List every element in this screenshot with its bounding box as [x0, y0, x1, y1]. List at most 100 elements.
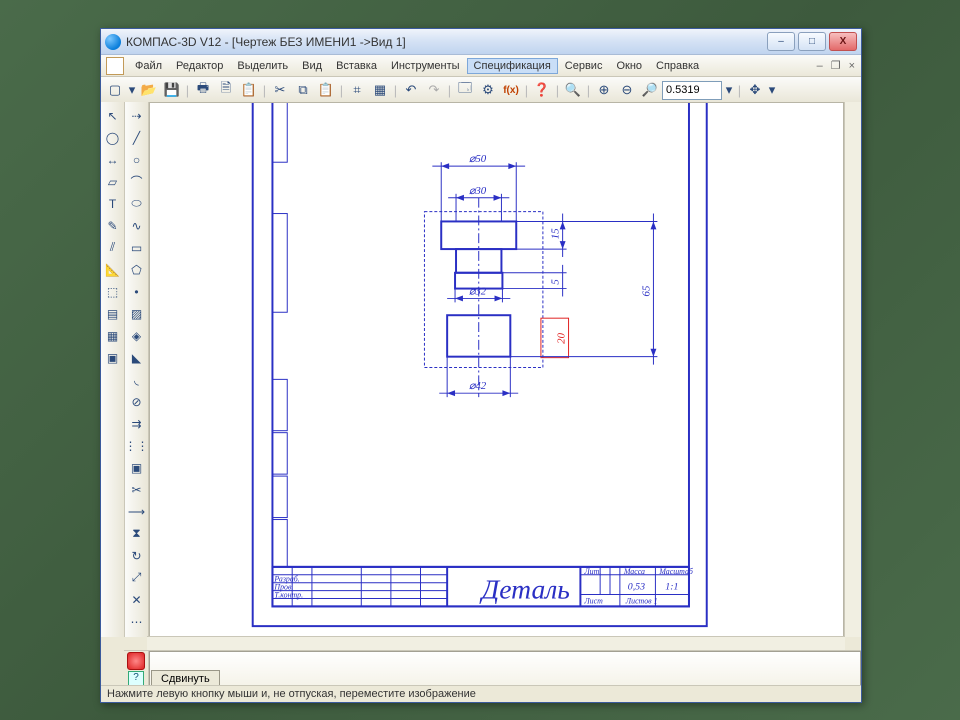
- property-panel: ?: [124, 650, 861, 688]
- line-icon[interactable]: ╱: [126, 127, 147, 148]
- help-cursor-icon[interactable]: ❓: [531, 79, 553, 101]
- vertical-scrollbar[interactable]: [844, 102, 861, 637]
- titlebar[interactable]: КОМПАС-3D V12 - [Чертеж БЕЗ ИМЕНИ1 ->Вид…: [101, 29, 861, 55]
- mdi-close-button[interactable]: ×: [846, 60, 858, 72]
- menu-view[interactable]: Вид: [295, 58, 329, 74]
- extend-icon[interactable]: ⟶: [126, 501, 147, 522]
- open-icon[interactable]: 📂: [138, 79, 160, 101]
- cut-icon[interactable]: ✂: [269, 79, 291, 101]
- minimize-button[interactable]: –: [767, 32, 795, 51]
- menu-tools[interactable]: Инструменты: [384, 58, 467, 74]
- contour-icon[interactable]: ◈: [126, 325, 147, 346]
- group-icon[interactable]: ▣: [126, 457, 147, 478]
- format-icon[interactable]: ⌗: [346, 79, 368, 101]
- scale-icon[interactable]: ⤢: [126, 567, 147, 588]
- edit-icon[interactable]: ✎: [102, 215, 123, 236]
- zoom-out-icon[interactable]: ⊖: [616, 79, 638, 101]
- zoom-window-icon[interactable]: 🔎: [639, 79, 661, 101]
- menu-select[interactable]: Выделить: [230, 58, 295, 74]
- dimension-icon[interactable]: ↔: [102, 149, 123, 170]
- copy-icon[interactable]: ⧉: [292, 79, 314, 101]
- variables-icon[interactable]: ⚙: [477, 79, 499, 101]
- zoom-frame-icon[interactable]: 🔍: [562, 79, 584, 101]
- polygon-icon[interactable]: ⬠: [126, 259, 147, 280]
- symbol-icon[interactable]: ▱: [102, 171, 123, 192]
- array-icon[interactable]: ⋮⋮: [126, 435, 147, 456]
- arc-icon[interactable]: ⌒: [126, 171, 147, 192]
- cursor-icon[interactable]: ↖: [102, 105, 123, 126]
- redo-icon[interactable]: ↷: [423, 79, 445, 101]
- print-icon[interactable]: 🖶: [192, 79, 214, 101]
- del-icon[interactable]: ✕: [126, 589, 147, 610]
- svg-text:Листов 1: Листов 1: [625, 596, 658, 605]
- props-icon[interactable]: 📋: [238, 79, 260, 101]
- circle-icon[interactable]: ○: [126, 149, 147, 170]
- left-toolbar-2: ⇢ ╱ ○ ⌒ ⬭ ∿ ▭ ⬠ • ▨ ◈ ◣ ◟ ⊘ ⇉ ⋮⋮ ▣ ✂ ⟶ ⧗…: [125, 102, 149, 637]
- mdi-minimize-button[interactable]: –: [814, 60, 826, 72]
- zoom-input[interactable]: 0.5319: [662, 81, 722, 100]
- new-icon[interactable]: ▢: [104, 79, 126, 101]
- menu-specification[interactable]: Спецификация: [467, 58, 558, 74]
- refresh-dropdown-icon[interactable]: ▾: [767, 79, 777, 101]
- svg-text:⌀42: ⌀42: [469, 380, 487, 392]
- menu-service[interactable]: Сервис: [558, 58, 610, 74]
- separator: |: [554, 79, 561, 101]
- geometry-icon[interactable]: ◯: [102, 127, 123, 148]
- paste-icon[interactable]: 📋: [315, 79, 337, 101]
- measure-icon[interactable]: 📐: [102, 259, 123, 280]
- app-window: КОМПАС-3D V12 - [Чертеж БЕЗ ИМЕНИ1 ->Вид…: [100, 28, 862, 703]
- rotate-icon[interactable]: ↻: [126, 545, 147, 566]
- table-icon[interactable]: ▦: [369, 79, 391, 101]
- svg-text:Масса: Масса: [623, 567, 645, 576]
- svg-text:20: 20: [556, 332, 568, 343]
- window-title: КОМПАС-3D V12 - [Чертеж БЕЗ ИМЕНИ1 ->Вид…: [126, 35, 767, 49]
- spec-icon[interactable]: ▤: [102, 303, 123, 324]
- separator: |: [523, 79, 530, 101]
- undo-icon[interactable]: ↶: [400, 79, 422, 101]
- menu-window[interactable]: Окно: [609, 58, 649, 74]
- param-icon[interactable]: ⫽: [102, 237, 123, 258]
- document-icon: [106, 57, 124, 75]
- rect-icon[interactable]: ▭: [126, 237, 147, 258]
- separator: |: [736, 79, 743, 101]
- report-icon[interactable]: ▦: [102, 325, 123, 346]
- mirror-icon[interactable]: ⧗: [126, 523, 147, 544]
- point-icon[interactable]: •: [126, 281, 147, 302]
- stop-icon[interactable]: [127, 652, 145, 670]
- zoom-dropdown-icon[interactable]: ▾: [723, 79, 735, 101]
- menu-help[interactable]: Справка: [649, 58, 706, 74]
- zoom-in-icon[interactable]: ⊕: [593, 79, 615, 101]
- select-icon[interactable]: ⬚: [102, 281, 123, 302]
- offset-icon[interactable]: ⇉: [126, 413, 147, 434]
- text-icon[interactable]: T: [102, 193, 123, 214]
- separator: |: [392, 79, 399, 101]
- maximize-button[interactable]: □: [798, 32, 826, 51]
- hatch-icon[interactable]: ▨: [126, 303, 147, 324]
- more-icon[interactable]: ⋯: [126, 611, 147, 632]
- separator: |: [338, 79, 345, 101]
- fillet-icon[interactable]: ◟: [126, 369, 147, 390]
- status-text: Нажмите левую кнопку мыши и, не отпуская…: [107, 688, 476, 700]
- spline-icon[interactable]: ∿: [126, 215, 147, 236]
- save-icon[interactable]: 💾: [161, 79, 183, 101]
- pan-icon[interactable]: ✥: [744, 79, 766, 101]
- horizontal-scrollbar[interactable]: [147, 636, 845, 651]
- trim-icon[interactable]: ✂: [126, 479, 147, 500]
- close-button[interactable]: X: [829, 32, 857, 51]
- new-dropdown-icon[interactable]: ▾: [127, 79, 137, 101]
- chamfer-icon[interactable]: ◣: [126, 347, 147, 368]
- separator: |: [446, 79, 453, 101]
- svg-text:Деталь: Деталь: [479, 573, 570, 604]
- break-icon[interactable]: ⊘: [126, 391, 147, 412]
- ellipse-icon[interactable]: ⬭: [126, 193, 147, 214]
- drawing-canvas[interactable]: ⌀50 ⌀30 ⌀32 ⌀42 15 5 6: [149, 102, 844, 637]
- menu-file[interactable]: Файл: [128, 58, 169, 74]
- preview-icon[interactable]: 🗎: [215, 79, 237, 101]
- move-icon[interactable]: ⇢: [126, 105, 147, 126]
- menu-edit[interactable]: Редактор: [169, 58, 230, 74]
- manager-icon[interactable]: 🗔: [454, 79, 476, 101]
- mdi-restore-button[interactable]: ❐: [828, 59, 844, 72]
- menu-insert[interactable]: Вставка: [329, 58, 384, 74]
- view-icon[interactable]: ▣: [102, 347, 123, 368]
- fx-icon[interactable]: f(x): [500, 79, 522, 101]
